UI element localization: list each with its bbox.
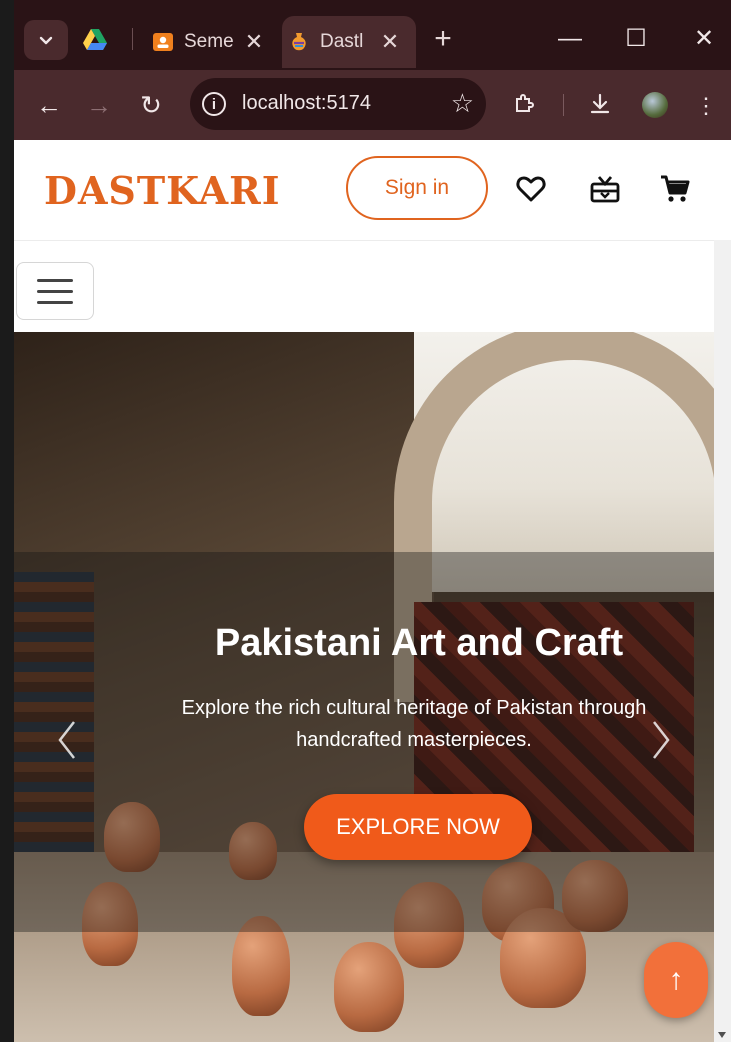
site-info-icon[interactable]: i bbox=[202, 92, 226, 116]
reload-button[interactable]: ↻ bbox=[136, 90, 166, 120]
address-text[interactable]: localhost:5174 bbox=[242, 92, 371, 115]
hamburger-bar bbox=[37, 289, 73, 293]
vase-icon bbox=[288, 31, 310, 53]
heart-icon[interactable] bbox=[514, 172, 548, 206]
tab-dastkari[interactable]: Dastl ✕ bbox=[282, 16, 416, 68]
minimize-button[interactable]: — bbox=[552, 26, 588, 52]
browser-toolbar: ← → ↻ i localhost:5174 ☆ ⋮ bbox=[14, 70, 731, 140]
profile-avatar[interactable] bbox=[642, 92, 668, 118]
google-drive-icon[interactable] bbox=[82, 26, 108, 52]
site-header: DASTKARI Sign in bbox=[14, 140, 714, 241]
close-window-button[interactable]: ✕ bbox=[686, 26, 722, 52]
close-tab-icon[interactable]: ✕ bbox=[378, 29, 402, 55]
more-menu-icon[interactable]: ⋮ bbox=[692, 92, 720, 120]
close-tab-icon[interactable]: ✕ bbox=[242, 29, 266, 55]
chevron-down-icon bbox=[39, 36, 53, 45]
toolbar-separator bbox=[563, 94, 564, 116]
address-bar[interactable]: i localhost:5174 ☆ bbox=[190, 78, 486, 130]
webpage: DASTKARI Sign in Pakistani Art and Craft… bbox=[14, 140, 731, 1042]
tab-seme[interactable]: Seme ✕ bbox=[146, 16, 276, 68]
carousel-next-icon[interactable] bbox=[650, 720, 672, 760]
page-scrollbar[interactable] bbox=[714, 240, 731, 1042]
tab-separator bbox=[132, 28, 133, 50]
hero-title: Pakistani Art and Craft bbox=[214, 622, 624, 664]
hamburger-bar bbox=[37, 300, 73, 304]
maximize-button[interactable]: ☐ bbox=[618, 26, 654, 52]
extensions-icon[interactable] bbox=[510, 92, 538, 120]
tab-search-button[interactable] bbox=[24, 20, 68, 60]
cart-icon[interactable] bbox=[658, 172, 692, 206]
person-card-icon bbox=[152, 31, 174, 53]
forward-button[interactable]: → bbox=[84, 90, 114, 120]
scroll-down-arrow-icon[interactable] bbox=[718, 1032, 726, 1038]
download-icon[interactable] bbox=[586, 92, 614, 120]
back-button[interactable]: ← bbox=[34, 90, 64, 120]
hero-carousel: Pakistani Art and Craft Explore the rich… bbox=[14, 332, 714, 1042]
sign-in-button[interactable]: Sign in bbox=[346, 156, 488, 220]
hamburger-bar bbox=[37, 278, 73, 282]
tab-label: Dastl bbox=[320, 31, 364, 52]
scroll-to-top-button[interactable]: ↑ bbox=[644, 942, 708, 1018]
gift-card-icon[interactable] bbox=[588, 172, 622, 206]
menu-toggle-button[interactable] bbox=[16, 262, 94, 320]
pottery-image bbox=[334, 942, 404, 1032]
hero-subtitle: Explore the rich cultural heritage of Pa… bbox=[181, 697, 647, 751]
tab-strip: Seme ✕ Dastl ✕ + — ☐ ✕ bbox=[14, 8, 731, 68]
site-logo[interactable]: DASTKARI bbox=[44, 168, 280, 213]
explore-now-button[interactable]: EXPLORE NOW bbox=[304, 794, 532, 860]
bookmark-star-icon[interactable]: ☆ bbox=[451, 88, 474, 119]
carousel-prev-icon[interactable] bbox=[56, 720, 78, 760]
tab-label: Seme bbox=[184, 31, 234, 52]
window-edge bbox=[0, 0, 14, 1042]
new-tab-button[interactable]: + bbox=[430, 24, 456, 54]
